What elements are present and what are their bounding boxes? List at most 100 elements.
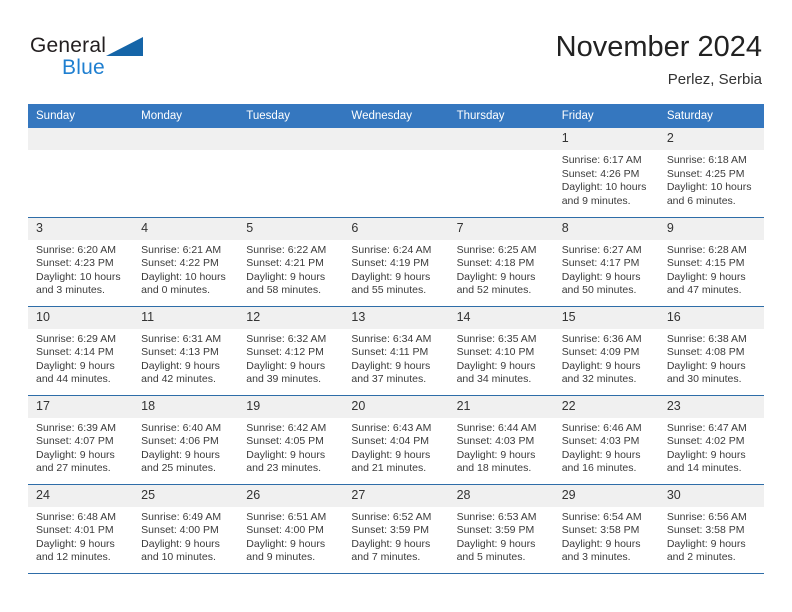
daylight-text-line2: and 14 minutes. <box>666 462 742 475</box>
day-number: 18 <box>133 395 239 418</box>
sunrise-text: Sunrise: 6:21 AM <box>141 243 222 256</box>
sunset-text: Sunset: 4:02 PM <box>666 435 745 448</box>
day-number: 15 <box>553 306 659 329</box>
sunrise-text: Sunrise: 6:38 AM <box>666 332 747 345</box>
calendar-body: 1 Sunrise: 6:17 AM Sunset: 4:26 PM Daylight… <box>28 128 764 574</box>
daylight-text-line1: Daylight: 9 hours <box>666 359 746 372</box>
sunrise-text: Sunrise: 6:29 AM <box>36 332 116 345</box>
daylight-text-line2: and 32 minutes. <box>561 373 637 386</box>
daylight-text-line1: Daylight: 9 hours <box>666 270 746 283</box>
day-number: 2 <box>658 128 764 150</box>
general-blue-logo[interactable]: General Blue <box>30 34 210 92</box>
calendar-day-cell[interactable]: 21 Sunrise: 6:44 AM Sunset: 4:03 PM Dayligh… <box>448 395 554 485</box>
day-number: 30 <box>658 484 764 507</box>
calendar-page: General Blue November 2024 Perlez, Serbi… <box>0 0 792 612</box>
daylight-text-line2: and 39 minutes. <box>246 373 321 386</box>
sunrise-text: Sunrise: 6:20 AM <box>36 243 116 256</box>
day-number: 22 <box>553 395 659 418</box>
daylight-text-line1: Daylight: 10 hours <box>561 181 647 194</box>
day-sun-info: Sunrise: 6:28 AM Sunset: 4:15 PM Daylight:… <box>659 240 764 298</box>
day-number: 26 <box>238 484 344 507</box>
sunset-text: Sunset: 4:08 PM <box>666 346 745 359</box>
calendar-day-cell[interactable]: 4 Sunrise: 6:21 AM Sunset: 4:22 PM Daylight… <box>133 217 239 307</box>
sunrise-text: Sunrise: 6:27 AM <box>561 243 642 256</box>
day-number: 6 <box>343 217 449 240</box>
weekday-header-thursday: Thursday <box>448 104 554 128</box>
calendar-day-cell[interactable]: 13 Sunrise: 6:34 AM Sunset: 4:11 PM Dayligh… <box>343 306 449 396</box>
calendar-day-cell[interactable]: 7 Sunrise: 6:25 AM Sunset: 4:18 PM Daylight… <box>448 217 554 307</box>
sunset-text: Sunset: 4:15 PM <box>666 257 745 270</box>
calendar-week-row: 17 Sunrise: 6:39 AM Sunset: 4:07 PM Dayligh… <box>28 395 764 485</box>
day-sun-info: Sunrise: 6:38 AM Sunset: 4:08 PM Daylight:… <box>659 329 764 387</box>
sunrise-text: Sunrise: 6:43 AM <box>351 421 432 434</box>
calendar-day-cell[interactable]: 1 Sunrise: 6:17 AM Sunset: 4:26 PM Daylight… <box>553 128 659 218</box>
calendar-day-cell[interactable]: 26 Sunrise: 6:51 AM Sunset: 4:00 PM Dayligh… <box>238 484 344 574</box>
calendar-week-row: 1 Sunrise: 6:17 AM Sunset: 4:26 PM Daylight… <box>28 128 764 218</box>
title-block: November 2024 Perlez, Serbia <box>556 30 762 89</box>
calendar-day-cell[interactable]: 25 Sunrise: 6:49 AM Sunset: 4:00 PM Dayligh… <box>133 484 239 574</box>
calendar-day-cell[interactable]: 29 Sunrise: 6:54 AM Sunset: 3:58 PM Dayligh… <box>553 484 659 574</box>
sunrise-text: Sunrise: 6:52 AM <box>351 510 432 523</box>
calendar-day-cell[interactable]: 27 Sunrise: 6:52 AM Sunset: 3:59 PM Dayligh… <box>343 484 449 574</box>
calendar-day-cell[interactable]: 14 Sunrise: 6:35 AM Sunset: 4:10 PM Dayligh… <box>448 306 554 396</box>
day-sun-info: Sunrise: 6:46 AM Sunset: 4:03 PM Daylight:… <box>554 418 659 476</box>
day-sun-info: Sunrise: 6:20 AM Sunset: 4:23 PM Daylight:… <box>28 240 133 298</box>
day-sun-info: Sunrise: 6:24 AM Sunset: 4:19 PM Daylight:… <box>343 240 448 298</box>
calendar-day-cell-empty <box>133 128 239 218</box>
calendar-day-cell[interactable]: 15 Sunrise: 6:36 AM Sunset: 4:09 PM Dayligh… <box>553 306 659 396</box>
calendar-day-cell[interactable]: 2 Sunrise: 6:18 AM Sunset: 4:25 PM Daylight… <box>658 128 764 218</box>
day-number: 4 <box>133 217 239 240</box>
daylight-text-line1: Daylight: 9 hours <box>561 359 641 372</box>
calendar-day-cell[interactable]: 18 Sunrise: 6:40 AM Sunset: 4:06 PM Dayligh… <box>133 395 239 485</box>
day-number: 12 <box>238 306 344 329</box>
calendar-day-cell[interactable]: 3 Sunrise: 6:20 AM Sunset: 4:23 PM Daylight… <box>28 217 134 307</box>
calendar-day-cell[interactable]: 24 Sunrise: 6:48 AM Sunset: 4:01 PM Dayligh… <box>28 484 134 574</box>
calendar-day-cell[interactable]: 6 Sunrise: 6:24 AM Sunset: 4:19 PM Daylight… <box>343 217 449 307</box>
daylight-text-line2: and 5 minutes. <box>456 551 526 564</box>
daylight-text-line1: Daylight: 9 hours <box>351 359 431 372</box>
day-number: 23 <box>658 395 764 418</box>
calendar-day-cell[interactable]: 5 Sunrise: 6:22 AM Sunset: 4:21 PM Daylight… <box>238 217 344 307</box>
calendar-day-cell[interactable]: 8 Sunrise: 6:27 AM Sunset: 4:17 PM Daylight… <box>553 217 659 307</box>
calendar-day-cell[interactable]: 22 Sunrise: 6:46 AM Sunset: 4:03 PM Dayligh… <box>553 395 659 485</box>
calendar-day-cell[interactable]: 10 Sunrise: 6:29 AM Sunset: 4:14 PM Dayligh… <box>28 306 134 396</box>
day-sun-info: Sunrise: 6:42 AM Sunset: 4:05 PM Daylight:… <box>238 418 343 476</box>
day-sun-info: Sunrise: 6:27 AM Sunset: 4:17 PM Daylight:… <box>554 240 659 298</box>
calendar-day-cell[interactable]: 19 Sunrise: 6:42 AM Sunset: 4:05 PM Dayligh… <box>238 395 344 485</box>
day-sun-info: Sunrise: 6:40 AM Sunset: 4:06 PM Daylight:… <box>133 418 238 476</box>
day-number: 13 <box>343 306 449 329</box>
sunset-text: Sunset: 4:00 PM <box>246 524 324 537</box>
sunrise-text: Sunrise: 6:51 AM <box>246 510 327 523</box>
daylight-text-line2: and 37 minutes. <box>351 373 427 386</box>
daylight-text-line1: Daylight: 10 hours <box>141 270 226 283</box>
sunset-text: Sunset: 4:09 PM <box>561 346 640 359</box>
calendar-day-cell[interactable]: 9 Sunrise: 6:28 AM Sunset: 4:15 PM Daylight… <box>658 217 764 307</box>
day-number: 27 <box>343 484 449 507</box>
calendar-day-cell[interactable]: 30 Sunrise: 6:56 AM Sunset: 3:58 PM Dayligh… <box>658 484 764 574</box>
calendar-day-cell[interactable]: 11 Sunrise: 6:31 AM Sunset: 4:13 PM Dayligh… <box>133 306 239 396</box>
day-number: 25 <box>133 484 239 507</box>
page-header: General Blue November 2024 Perlez, Serbi… <box>0 0 792 104</box>
day-sun-info: Sunrise: 6:51 AM Sunset: 4:00 PM Daylight:… <box>238 507 343 565</box>
sunset-text: Sunset: 4:06 PM <box>141 435 219 448</box>
sunrise-text: Sunrise: 6:22 AM <box>246 243 327 256</box>
daylight-text-line1: Daylight: 9 hours <box>351 537 431 550</box>
calendar-day-cell[interactable]: 28 Sunrise: 6:53 AM Sunset: 3:59 PM Dayligh… <box>448 484 554 574</box>
day-sun-info: Sunrise: 6:34 AM Sunset: 4:11 PM Daylight:… <box>343 329 448 387</box>
sunset-text: Sunset: 4:00 PM <box>141 524 219 537</box>
sunset-text: Sunset: 4:17 PM <box>561 257 640 270</box>
daylight-text-line1: Daylight: 10 hours <box>666 181 752 194</box>
sunset-text: Sunset: 4:14 PM <box>36 346 114 359</box>
sunset-text: Sunset: 4:21 PM <box>246 257 324 270</box>
calendar-day-cell[interactable]: 12 Sunrise: 6:32 AM Sunset: 4:12 PM Dayligh… <box>238 306 344 396</box>
calendar-day-cell[interactable]: 17 Sunrise: 6:39 AM Sunset: 4:07 PM Dayligh… <box>28 395 134 485</box>
calendar-day-cell[interactable]: 16 Sunrise: 6:38 AM Sunset: 4:08 PM Dayligh… <box>658 306 764 396</box>
day-sun-info: Sunrise: 6:25 AM Sunset: 4:18 PM Daylight:… <box>449 240 554 298</box>
calendar-day-cell[interactable]: 23 Sunrise: 6:47 AM Sunset: 4:02 PM Dayligh… <box>658 395 764 485</box>
sunrise-text: Sunrise: 6:46 AM <box>561 421 642 434</box>
weekday-header-sunday: Sunday <box>28 104 134 128</box>
calendar-day-cell[interactable]: 20 Sunrise: 6:43 AM Sunset: 4:04 PM Dayligh… <box>343 395 449 485</box>
daylight-text-line1: Daylight: 9 hours <box>246 448 326 461</box>
daylight-text-line1: Daylight: 9 hours <box>246 537 326 550</box>
daylight-text-line1: Daylight: 9 hours <box>36 359 115 372</box>
